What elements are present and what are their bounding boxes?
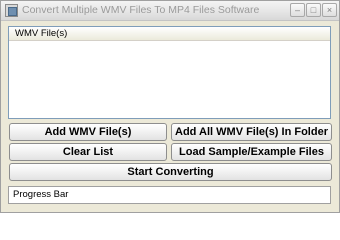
add-wmv-files-button[interactable]: Add WMV File(s) <box>9 123 167 141</box>
list-column-header[interactable]: WMV File(s) <box>9 27 330 41</box>
start-converting-button[interactable]: Start Converting <box>9 163 332 181</box>
wmv-file-list[interactable]: WMV File(s) <box>8 26 331 119</box>
maximize-button[interactable]: □ <box>306 3 321 17</box>
app-window: Convert Multiple WMV Files To MP4 Files … <box>0 0 340 213</box>
progress-label: Progress Bar <box>13 189 69 200</box>
close-button[interactable]: × <box>322 3 337 17</box>
load-sample-files-button[interactable]: Load Sample/Example Files <box>171 143 332 161</box>
window-title: Convert Multiple WMV Files To MP4 Files … <box>22 4 260 16</box>
progress-bar: Progress Bar <box>8 186 331 204</box>
clear-list-button[interactable]: Clear List <box>9 143 167 161</box>
minimize-button[interactable]: – <box>290 3 305 17</box>
add-all-in-folder-button[interactable]: Add All WMV File(s) In Folder <box>171 123 332 141</box>
app-window-icon <box>5 4 18 17</box>
title-bar[interactable]: Convert Multiple WMV Files To MP4 Files … <box>1 1 339 21</box>
